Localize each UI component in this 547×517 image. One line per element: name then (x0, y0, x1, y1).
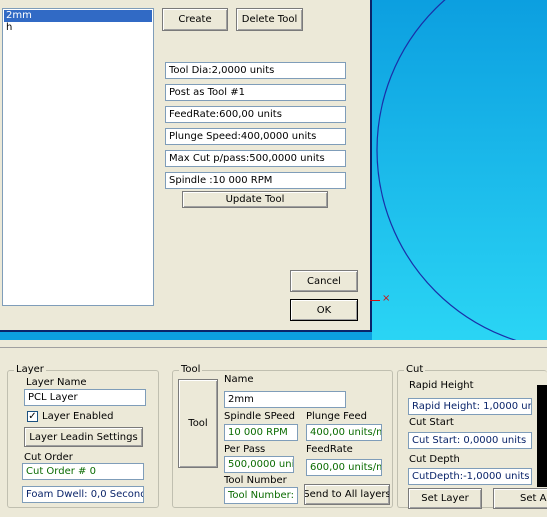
set-layer-button[interactable]: Set Layer (408, 488, 482, 509)
post-as-tool-field: Post as Tool #1 (165, 84, 346, 101)
plunge-feed-label: Plunge Feed (306, 411, 368, 422)
max-cut-field: Max Cut p/pass:500,0000 units (165, 150, 346, 167)
cad-canvas[interactable] (372, 0, 547, 348)
tool-list[interactable]: 2mm h (2, 8, 154, 306)
preview-strip (537, 385, 547, 487)
cancel-button[interactable]: Cancel (290, 270, 358, 292)
cut-start-field[interactable]: Cut Start: 0,0000 units (408, 432, 532, 449)
tool-group-title: Tool (179, 364, 203, 375)
create-button[interactable]: Create (162, 8, 228, 31)
tool-list-item[interactable]: h (4, 22, 152, 34)
tool-dia-field: Tool Dia:2,0000 units (165, 62, 346, 79)
cut-group-title: Cut (404, 364, 426, 375)
spindle-speed-label: Spindle SPeed (224, 411, 295, 422)
tool-number-label: Tool Number (224, 475, 287, 486)
tool-select-button[interactable]: Tool (178, 379, 218, 468)
tool-number-field[interactable]: Tool Number: 1 (224, 487, 298, 504)
tool-name-label: Name (224, 374, 254, 385)
tool-dialog: 2mm h Create Delete Tool Tool Dia:2,0000… (0, 0, 372, 332)
foam-dwell-field[interactable]: Foam Dwell: 0,0 Seconds (22, 486, 144, 503)
feedrate-value-field[interactable]: 600,00 units/m (306, 459, 382, 476)
canvas-drawing (372, 0, 547, 348)
panel-divider (0, 340, 547, 348)
layer-name-label: Layer Name (26, 377, 87, 388)
rapid-height-label: Rapid Height (409, 380, 474, 391)
cut-order-label: Cut Order (24, 452, 73, 463)
layer-group-title: Layer (14, 364, 46, 375)
cut-depth-label: Cut Depth (409, 454, 460, 465)
per-pass-field[interactable]: 500,0000 units (224, 456, 294, 473)
feedrate-label: FeedRate (306, 444, 353, 455)
plunge-speed-field: Plunge Speed:400,0000 units (165, 128, 346, 145)
delete-tool-button[interactable]: Delete Tool (236, 8, 303, 31)
rapid-height-field[interactable]: Rapid Height: 1,0000 units (408, 398, 532, 415)
cut-start-label: Cut Start (409, 417, 454, 428)
set-all-button[interactable]: Set All (493, 488, 547, 509)
plunge-feed-field[interactable]: 400,00 units/m (306, 424, 382, 441)
layer-enabled-label: Layer Enabled (42, 411, 114, 422)
layer-name-field[interactable]: PCL Layer (24, 389, 146, 406)
layer-enabled-checkbox[interactable]: ✓ (27, 411, 38, 422)
status-strip (0, 332, 372, 340)
spindle-speed-field[interactable]: 10 000 RPM (224, 424, 298, 441)
ok-button[interactable]: OK (290, 299, 358, 321)
layer-leadin-button[interactable]: Layer Leadin Settings (24, 427, 143, 447)
update-tool-button[interactable]: Update Tool (182, 191, 328, 208)
cut-order-field[interactable]: Cut Order # 0 (22, 463, 144, 480)
tool-list-item[interactable]: 2mm (4, 10, 152, 22)
send-to-all-layers-button[interactable]: Send to All layers (304, 484, 390, 505)
feedrate-field: FeedRate:600,00 units (165, 106, 346, 123)
tool-name-field[interactable]: 2mm (224, 391, 346, 408)
origin-marker: × (370, 293, 390, 304)
per-pass-label: Per Pass (224, 444, 266, 455)
spindle-field: Spindle :10 000 RPM (165, 172, 346, 189)
cut-depth-field[interactable]: CutDepth:-1,0000 units (408, 468, 532, 485)
